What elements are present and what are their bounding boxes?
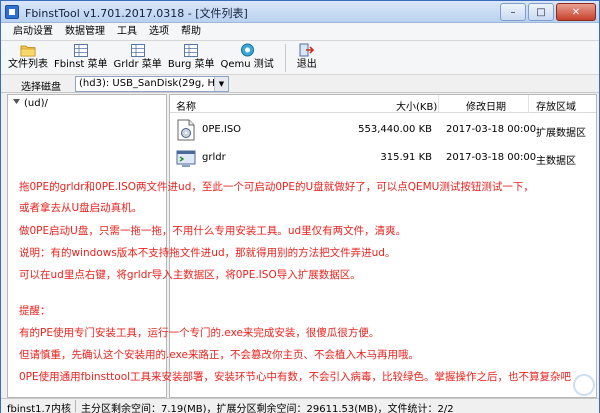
disk-dropdown[interactable]: (hd3): USB_SanDisk(29g, H:) ▼ xyxy=(75,76,229,92)
note-line: 0PE使用通用fbinsttool工具来安装部署，安装环节心中有数，不会引入病毒… xyxy=(19,371,572,383)
folder-icon xyxy=(20,43,36,57)
exit-label: 退出 xyxy=(296,59,317,70)
exit-button[interactable]: 退出 xyxy=(294,41,320,73)
disk-selector-bar: 选择磁盘 (hd3): USB_SanDisk(29g, H:) ▼ xyxy=(1,75,599,93)
app-icon xyxy=(5,5,19,19)
note-line: 但请慎重，先确认这个安装用的.exe来路正，不会篡改你主页、不会植入木马再用哦。 xyxy=(19,349,419,361)
file-row[interactable]: grldr 315.91 KB 2017-03-18 00:00 主数据区 xyxy=(170,144,596,172)
status-version: fbinst1.7内核 xyxy=(7,404,72,413)
file-modified: 2017-03-18 00:00 xyxy=(446,124,537,135)
grid-icon xyxy=(183,43,199,57)
chevron-down-icon[interactable]: ▼ xyxy=(214,77,228,91)
note-line: 拖0PE的grldr和0PE.ISO两文件进ud，至此一个可启动0PE的U盘就做… xyxy=(19,181,534,193)
qemu-test-label: Qemu 测试 xyxy=(220,59,274,70)
file-name: 0PE.ISO xyxy=(202,124,242,135)
exit-icon xyxy=(299,43,315,57)
menu-boot-settings[interactable]: 启动设置 xyxy=(7,23,59,41)
note-line: 有的PE使用专门安装工具，运行一个专门的.exe来完成安装，很傻瓜很方便。 xyxy=(19,327,380,339)
status-bar: fbinst1.7内核 主分区剩余空间：7.19(MB)，扩展分区剩余空间：29… xyxy=(1,398,599,413)
fbinst-menu-button[interactable]: Fbinst 菜单 xyxy=(51,41,111,73)
disk-dropdown-value: (hd3): USB_SanDisk(29g, H:) xyxy=(79,78,223,89)
menu-help[interactable]: 帮助 xyxy=(175,23,207,41)
file-row[interactable]: 0PE.ISO 553,440.00 KB 2017-03-18 00:00 扩… xyxy=(170,116,596,144)
note-line: 或者拿去从U盘启动真机。 xyxy=(19,202,143,214)
burg-menu-button[interactable]: Burg 菜单 xyxy=(165,41,218,73)
menu-bar: 启动设置 数据管理 工具 选项 帮助 xyxy=(1,23,599,41)
fbinst-menu-label: Fbinst 菜单 xyxy=(54,59,108,70)
column-header-name[interactable]: 名称 xyxy=(176,98,196,113)
close-button[interactable]: ✕ xyxy=(556,3,596,21)
file-area: 扩展数据区 xyxy=(536,128,586,139)
menu-data-management[interactable]: 数据管理 xyxy=(59,23,111,41)
note-line: 提醒： xyxy=(19,305,51,317)
grldr-menu-label: Grldr 菜单 xyxy=(113,59,162,70)
file-size: 315.91 KB xyxy=(380,152,432,163)
qemu-icon xyxy=(239,43,255,57)
program-file-icon xyxy=(176,147,196,169)
expand-arrow-icon[interactable] xyxy=(12,97,21,109)
iso-file-icon xyxy=(176,119,196,141)
menu-options[interactable]: 选项 xyxy=(143,23,175,41)
burg-menu-label: Burg 菜单 xyxy=(167,59,215,70)
file-list-header: 名称 大小(KB) 修改日期 存放区域 xyxy=(170,95,596,113)
file-name: grldr xyxy=(202,152,226,163)
title-bar: FbinstTool v1.701.2017.0318 - [文件列表] – □… xyxy=(1,1,599,23)
toolbar-separator xyxy=(284,44,286,72)
column-header-size[interactable]: 大小(KB) xyxy=(396,98,437,113)
maximize-button[interactable]: □ xyxy=(528,3,554,21)
note-line: 说明：有的windows版本不支持拖文件进ud，那就得用别的方法把文件弄进ud。 xyxy=(19,247,396,259)
annotation-notes: 拖0PE的grldr和0PE.ISO两文件进ud，至此一个可启动0PE的U盘就做… xyxy=(19,179,594,397)
window-controls: – □ ✕ xyxy=(500,3,596,21)
grid-icon xyxy=(73,43,89,57)
file-size: 553,440.00 KB xyxy=(358,124,432,135)
grid-icon xyxy=(130,43,146,57)
grldr-menu-button[interactable]: Grldr 菜单 xyxy=(111,41,165,73)
note-line: 做0PE启动U盘，只需一拖一拖，不用什么专用安装工具。ud里仅有两文件，清爽。 xyxy=(19,225,407,237)
file-area: 主数据区 xyxy=(536,156,576,167)
file-list-button[interactable]: 文件列表 xyxy=(5,41,51,73)
status-space-info: 主分区剩余空间：7.19(MB)，扩展分区剩余空间：29611.53(MB)，文… xyxy=(81,404,454,413)
minimize-button[interactable]: – xyxy=(500,3,526,21)
status-divider xyxy=(75,400,76,412)
disk-select-label: 选择磁盘 xyxy=(21,82,61,93)
watermark-logo-icon xyxy=(573,374,595,396)
file-list-label: 文件列表 xyxy=(8,59,48,70)
column-divider[interactable] xyxy=(438,95,439,113)
file-modified: 2017-03-18 00:00 xyxy=(446,152,537,163)
column-header-area[interactable]: 存放区域 xyxy=(536,98,576,113)
tree-item-ud-root[interactable]: (ud)/ xyxy=(12,97,48,109)
qemu-test-button[interactable]: Qemu 测试 xyxy=(217,41,276,73)
menu-tools[interactable]: 工具 xyxy=(111,23,143,41)
window-title: FbinstTool v1.701.2017.0318 - [文件列表] xyxy=(25,7,248,20)
column-header-modified[interactable]: 修改日期 xyxy=(466,98,506,113)
note-line: 可以在ud里点右键，将grldr导入主数据区，将0PE.ISO导入扩展数据区。 xyxy=(19,269,361,281)
tree-item-label: (ud)/ xyxy=(24,97,48,109)
column-divider[interactable] xyxy=(528,95,529,113)
app-window: FbinstTool v1.701.2017.0318 - [文件列表] – □… xyxy=(0,0,600,413)
watermark xyxy=(573,374,595,396)
toolbar: 文件列表 Fbinst 菜单 Grldr 菜单 Burg 菜单 Qemu 测试 xyxy=(1,41,599,75)
